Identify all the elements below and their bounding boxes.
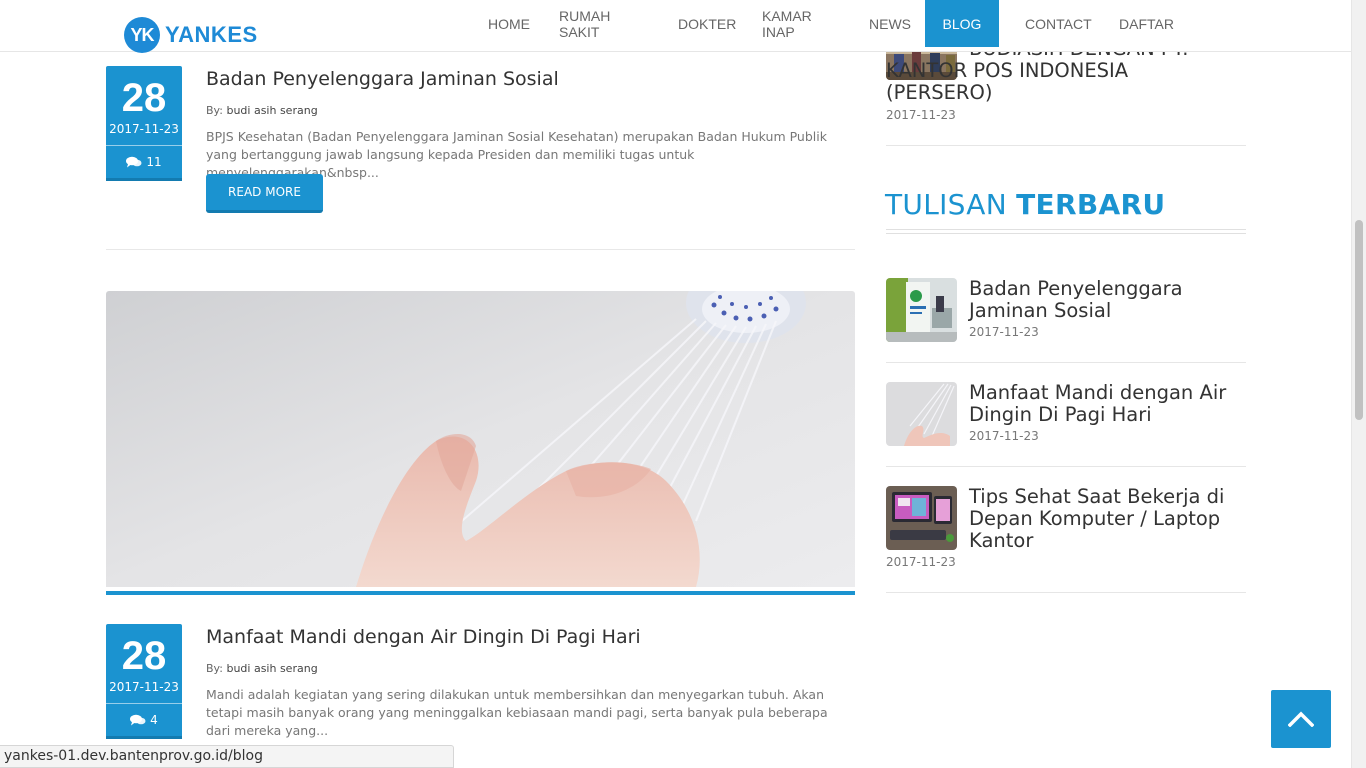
post-title[interactable]: Badan Penyelenggara Jaminan Sosial <box>206 68 559 90</box>
main-nav: HOME RUMAH SAKIT DOKTER KAMAR INAP NEWS … <box>476 0 1179 47</box>
nav-kamar-inap[interactable]: KAMAR INAP <box>750 0 847 47</box>
post-title[interactable]: Manfaat Mandi dengan Air Dingin Di Pagi … <box>206 626 641 648</box>
post-author[interactable]: budi asih serang <box>226 104 317 117</box>
post-image-shower[interactable] <box>106 291 855 587</box>
nav-news[interactable]: NEWS <box>857 0 915 47</box>
nav-dokter[interactable]: DOKTER <box>666 0 740 47</box>
date-box: 28 2017-11-23 11 <box>106 66 182 181</box>
recent-thumb-bpjs[interactable] <box>886 278 957 342</box>
recent-thumb-shower[interactable] <box>886 382 957 446</box>
recent-date: 2017-11-23 <box>969 429 1039 443</box>
nav-blog-active[interactable]: BLOG <box>925 0 999 47</box>
image-accent-bar <box>106 591 855 595</box>
recent-date: 2017-11-23 <box>969 325 1039 339</box>
shower-thumb-photo <box>886 382 957 446</box>
by-label: By: <box>206 662 223 675</box>
recent-title[interactable]: Manfaat Mandi dengan Air Dingin Di Pagi … <box>969 382 1239 426</box>
sidebar-heading-line <box>886 229 1246 234</box>
comments-icon <box>130 714 146 726</box>
post-meta: By: budi asih serang <box>206 662 318 675</box>
blog-post: 28 2017-11-23 4 Manfaat Mandi dengan Air… <box>106 624 855 744</box>
date-day: 28 <box>121 76 167 120</box>
back-to-top-button[interactable] <box>1271 690 1331 748</box>
browser-status-url: yankes-01.dev.bantenprov.go.id/blog <box>0 745 454 768</box>
nav-home[interactable]: HOME <box>476 0 537 47</box>
comment-count[interactable]: 11 <box>106 145 182 178</box>
sidebar-divider <box>886 466 1246 467</box>
sidebar-divider <box>886 145 1246 146</box>
top-navbar: YK YANKES HOME RUMAH SAKIT DOKTER KAMAR … <box>0 0 1351 53</box>
date-box: 28 2017-11-23 4 <box>106 624 182 739</box>
read-more-button[interactable]: READ MORE <box>206 174 323 213</box>
comment-count-value: 11 <box>146 155 162 169</box>
page-scrollbar[interactable] <box>1351 0 1366 768</box>
recent-date: 2017-11-23 <box>886 555 956 569</box>
site-logo[interactable]: YK YANKES <box>124 17 258 53</box>
date-day: 28 <box>121 634 167 678</box>
comments-icon <box>126 156 142 168</box>
recent-title[interactable]: Badan Penyelenggara Jaminan Sosial <box>969 278 1239 322</box>
date-full: 2017-11-23 <box>109 122 179 136</box>
post-meta: By: budi asih serang <box>206 104 318 117</box>
date-full: 2017-11-23 <box>109 680 179 694</box>
post-divider <box>106 249 855 250</box>
recent-title[interactable]: Tips Sehat Saat Bekerja di Depan Kompute… <box>969 486 1239 552</box>
logo-mark: YK <box>124 17 160 53</box>
logo-text: YANKES <box>165 22 258 47</box>
sidebar-divider <box>886 592 1246 593</box>
sidebar-divider <box>886 362 1246 363</box>
blog-post: 28 2017-11-23 11 Badan Penyelenggara Jam… <box>106 66 855 216</box>
comment-count[interactable]: 4 <box>106 703 182 736</box>
sidebar-top-date: 2017-11-23 <box>886 108 956 122</box>
shower-photo <box>106 291 855 587</box>
scrollbar-thumb[interactable] <box>1355 220 1363 420</box>
computer-photo <box>886 486 957 550</box>
by-label: By: <box>206 104 223 117</box>
nav-contact[interactable]: CONTACT <box>1013 0 1097 47</box>
comment-count-value: 4 <box>150 713 158 727</box>
sidebar-heading-bold: TERBARU <box>1016 188 1166 221</box>
sidebar-heading-light: TULISAN <box>885 188 1007 221</box>
chevron-up-icon <box>1288 711 1314 727</box>
bpjs-photo <box>886 278 957 342</box>
recent-thumb-computer[interactable] <box>886 486 957 550</box>
post-excerpt: Mandi adalah kegiatan yang sering dilaku… <box>206 687 828 738</box>
nav-daftar[interactable]: DAFTAR <box>1107 0 1179 47</box>
nav-rumah-sakit[interactable]: RUMAH SAKIT <box>547 0 656 47</box>
sidebar-heading: TULISAN TERBARU <box>885 188 1165 221</box>
post-author[interactable]: budi asih serang <box>226 662 317 675</box>
